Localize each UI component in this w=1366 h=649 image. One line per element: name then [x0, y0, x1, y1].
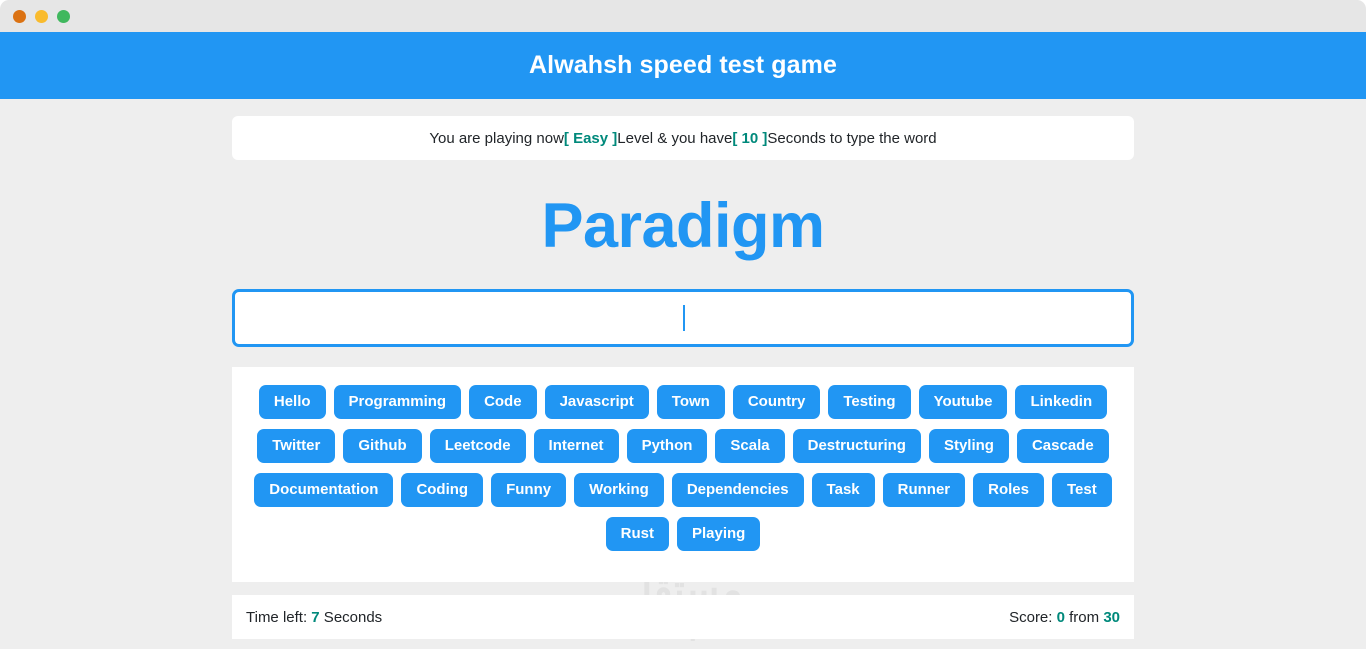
word-list-panel: Hello Programming Code Javascript Town Countr…	[232, 367, 1134, 582]
status-bar: Time left: 7 Seconds Score: 0 from 30	[232, 595, 1134, 639]
word-chip: Documentation	[254, 473, 394, 507]
word-chip: Github	[343, 429, 422, 463]
word-chip: Destructuring	[792, 429, 921, 463]
word-chip: Testing	[828, 385, 911, 419]
score-value: 0	[1056, 608, 1065, 626]
typing-input-wrapper	[232, 289, 1134, 347]
browser-title-bar	[0, 0, 1366, 32]
word-chip: Working	[574, 473, 664, 507]
typing-input[interactable]	[232, 289, 1134, 347]
window-close-button[interactable]	[13, 9, 26, 23]
level-badge: [ Easy ]	[563, 129, 618, 147]
word-chip: Country	[732, 385, 821, 419]
word-chip: Rust	[605, 517, 669, 551]
message-middle: Level & you have	[617, 129, 733, 147]
word-chip: Test	[1051, 473, 1112, 507]
word-chip: Youtube	[918, 385, 1008, 419]
score-indicator: Score: 0 from 30	[1009, 609, 1120, 626]
score-middle: from	[1064, 608, 1104, 626]
app-header: Alwahsh speed test game	[0, 32, 1366, 99]
word-chip: Internet	[533, 429, 619, 463]
word-chip: Funny	[491, 473, 567, 507]
score-label: Score:	[1009, 608, 1057, 626]
word-chip: Javascript	[544, 385, 649, 419]
time-left-label: Time left:	[246, 608, 312, 626]
page-title: Alwahsh speed test game	[529, 51, 837, 79]
word-chip: Leetcode	[429, 429, 526, 463]
time-left-value: 7	[311, 608, 320, 626]
time-left-indicator: Time left: 7 Seconds	[246, 609, 382, 626]
word-chip: Coding	[401, 473, 484, 507]
window-minimize-button[interactable]	[35, 9, 48, 23]
message-suffix: Seconds to type the word	[767, 129, 937, 147]
word-chip: Programming	[333, 385, 462, 419]
word-chip: Playing	[676, 517, 761, 551]
word-chip: Roles	[973, 473, 1044, 507]
game-container: You are playing now [ Easy ] Level & you…	[232, 99, 1134, 639]
word-chip: Runner	[882, 473, 966, 507]
word-chip: Task	[811, 473, 875, 507]
score-total: 30	[1103, 608, 1120, 626]
word-chip: Twitter	[257, 429, 336, 463]
current-word-display: Paradigm	[541, 191, 825, 261]
word-chip: Town	[656, 385, 725, 419]
word-chip: Code	[469, 385, 537, 419]
window-maximize-button[interactable]	[57, 9, 70, 23]
message-prefix: You are playing now	[429, 129, 564, 147]
seconds-badge: [ 10 ]	[732, 129, 768, 147]
word-chip: Linkedin	[1015, 385, 1108, 419]
word-chip: Scala	[715, 429, 785, 463]
level-message-box: You are playing now [ Easy ] Level & you…	[232, 116, 1134, 160]
word-chip: Dependencies	[671, 473, 804, 507]
time-left-unit: Seconds	[319, 608, 383, 626]
word-chip: Hello	[258, 385, 326, 419]
word-chip: Cascade	[1016, 429, 1109, 463]
word-chip: Python	[626, 429, 708, 463]
word-chip: Styling	[928, 429, 1009, 463]
page-body: You are playing now [ Easy ] Level & you…	[0, 99, 1366, 649]
